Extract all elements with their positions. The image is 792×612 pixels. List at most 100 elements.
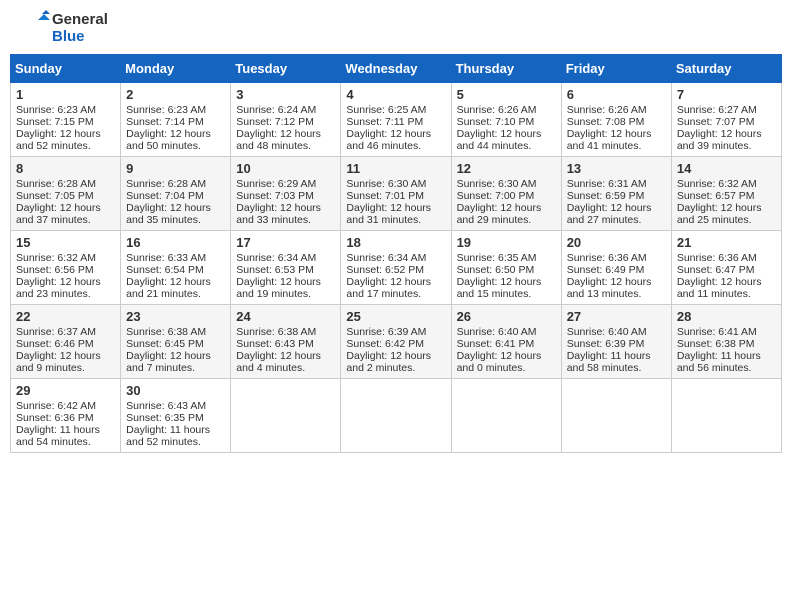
daylight: Daylight: 12 hours and 13 minutes. <box>567 276 666 300</box>
sunset: Sunset: 7:10 PM <box>457 116 556 128</box>
weekday-header-wednesday: Wednesday <box>341 55 451 83</box>
calendar-cell: 21Sunrise: 6:36 AMSunset: 6:47 PMDayligh… <box>671 231 781 305</box>
daylight: Daylight: 12 hours and 7 minutes. <box>126 350 225 374</box>
daylight: Daylight: 11 hours and 58 minutes. <box>567 350 666 374</box>
daylight: Daylight: 12 hours and 35 minutes. <box>126 202 225 226</box>
daylight: Daylight: 12 hours and 50 minutes. <box>126 128 225 152</box>
calendar-cell: 8Sunrise: 6:28 AMSunset: 7:05 PMDaylight… <box>11 157 121 231</box>
sunset: Sunset: 6:53 PM <box>236 264 335 276</box>
logo-blue: Blue <box>52 28 108 45</box>
daylight: Daylight: 12 hours and 48 minutes. <box>236 128 335 152</box>
day-number: 22 <box>16 309 115 324</box>
sunrise: Sunrise: 6:41 AM <box>677 326 776 338</box>
sunset: Sunset: 7:03 PM <box>236 190 335 202</box>
day-number: 18 <box>346 235 445 250</box>
daylight: Daylight: 12 hours and 9 minutes. <box>16 350 115 374</box>
sunset: Sunset: 7:12 PM <box>236 116 335 128</box>
day-number: 8 <box>16 161 115 176</box>
day-number: 15 <box>16 235 115 250</box>
calendar-cell <box>451 379 561 453</box>
daylight: Daylight: 11 hours and 54 minutes. <box>16 424 115 448</box>
weekday-header-saturday: Saturday <box>671 55 781 83</box>
sunrise: Sunrise: 6:38 AM <box>236 326 335 338</box>
sunrise: Sunrise: 6:28 AM <box>126 178 225 190</box>
sunset: Sunset: 6:35 PM <box>126 412 225 424</box>
sunset: Sunset: 6:45 PM <box>126 338 225 350</box>
sunset: Sunset: 7:05 PM <box>16 190 115 202</box>
calendar-cell: 10Sunrise: 6:29 AMSunset: 7:03 PMDayligh… <box>231 157 341 231</box>
calendar-cell: 5Sunrise: 6:26 AMSunset: 7:10 PMDaylight… <box>451 83 561 157</box>
daylight: Daylight: 12 hours and 17 minutes. <box>346 276 445 300</box>
sunset: Sunset: 6:43 PM <box>236 338 335 350</box>
day-number: 1 <box>16 87 115 102</box>
calendar-cell: 18 Sunrise: 6:34 AMSunset: 6:52 PMDayligh… <box>341 231 451 305</box>
calendar-cell: 26Sunrise: 6:40 AMSunset: 6:41 PMDayligh… <box>451 305 561 379</box>
sunset: Sunset: 7:00 PM <box>457 190 556 202</box>
day-number: 10 <box>236 161 335 176</box>
daylight: Daylight: 11 hours and 52 minutes. <box>126 424 225 448</box>
sunset: Sunset: 6:46 PM <box>16 338 115 350</box>
sunrise: Sunrise: 6:30 AM <box>346 178 445 190</box>
weekday-header-tuesday: Tuesday <box>231 55 341 83</box>
calendar-cell: 16Sunrise: 6:33 AMSunset: 6:54 PMDayligh… <box>121 231 231 305</box>
daylight: Daylight: 12 hours and 21 minutes. <box>126 276 225 300</box>
calendar-cell: 7Sunrise: 6:27 AMSunset: 7:07 PMDaylight… <box>671 83 781 157</box>
sunrise: Sunrise: 6:27 AM <box>677 104 776 116</box>
calendar-cell: 14Sunrise: 6:32 AMSunset: 6:57 PMDayligh… <box>671 157 781 231</box>
daylight: Daylight: 12 hours and 27 minutes. <box>567 202 666 226</box>
sunset: Sunset: 7:08 PM <box>567 116 666 128</box>
sunset: Sunset: 7:15 PM <box>16 116 115 128</box>
sunrise: Sunrise: 6:26 AM <box>567 104 666 116</box>
sunset: Sunset: 6:59 PM <box>567 190 666 202</box>
sunset: Sunset: 6:47 PM <box>677 264 776 276</box>
calendar-cell: 9Sunrise: 6:28 AMSunset: 7:04 PMDaylight… <box>121 157 231 231</box>
daylight: Daylight: 12 hours and 19 minutes. <box>236 276 335 300</box>
calendar-cell: 2Sunrise: 6:23 AMSunset: 7:14 PMDaylight… <box>121 83 231 157</box>
sunset: Sunset: 6:38 PM <box>677 338 776 350</box>
sunrise: Sunrise: 6:34 AM <box>346 252 445 264</box>
sunrise: Sunrise: 6:31 AM <box>567 178 666 190</box>
sunset: Sunset: 7:07 PM <box>677 116 776 128</box>
logo-graphic <box>14 10 50 46</box>
sunset: Sunset: 6:52 PM <box>346 264 445 276</box>
daylight: Daylight: 12 hours and 2 minutes. <box>346 350 445 374</box>
sunrise: Sunrise: 6:23 AM <box>126 104 225 116</box>
day-number: 12 <box>457 161 556 176</box>
calendar-cell: 28Sunrise: 6:41 AMSunset: 6:38 PMDayligh… <box>671 305 781 379</box>
sunrise: Sunrise: 6:24 AM <box>236 104 335 116</box>
calendar-cell: 23Sunrise: 6:38 AMSunset: 6:45 PMDayligh… <box>121 305 231 379</box>
sunset: Sunset: 6:41 PM <box>457 338 556 350</box>
daylight: Daylight: 12 hours and 39 minutes. <box>677 128 776 152</box>
daylight: Daylight: 12 hours and 44 minutes. <box>457 128 556 152</box>
calendar-cell <box>671 379 781 453</box>
logo-container: General Blue <box>14 10 108 46</box>
sunrise: Sunrise: 6:23 AM <box>16 104 115 116</box>
sunrise: Sunrise: 6:40 AM <box>567 326 666 338</box>
day-number: 11 <box>346 161 445 176</box>
calendar-cell: 1Sunrise: 6:23 AMSunset: 7:15 PMDaylight… <box>11 83 121 157</box>
daylight: Daylight: 12 hours and 11 minutes. <box>677 276 776 300</box>
sunrise: Sunrise: 6:37 AM <box>16 326 115 338</box>
sunset: Sunset: 6:57 PM <box>677 190 776 202</box>
day-number: 19 <box>457 235 556 250</box>
calendar-cell <box>561 379 671 453</box>
sunset: Sunset: 7:11 PM <box>346 116 445 128</box>
sunrise: Sunrise: 6:30 AM <box>457 178 556 190</box>
calendar-cell: 19Sunrise: 6:35 AMSunset: 6:50 PMDayligh… <box>451 231 561 305</box>
daylight: Daylight: 12 hours and 23 minutes. <box>16 276 115 300</box>
sunrise: Sunrise: 6:25 AM <box>346 104 445 116</box>
logo: General Blue <box>14 10 108 46</box>
weekday-header-monday: Monday <box>121 55 231 83</box>
weekday-header-friday: Friday <box>561 55 671 83</box>
daylight: Daylight: 12 hours and 29 minutes. <box>457 202 556 226</box>
day-number: 25 <box>346 309 445 324</box>
daylight: Daylight: 12 hours and 31 minutes. <box>346 202 445 226</box>
sunset: Sunset: 6:54 PM <box>126 264 225 276</box>
day-number: 26 <box>457 309 556 324</box>
day-number: 2 <box>126 87 225 102</box>
sunrise: Sunrise: 6:28 AM <box>16 178 115 190</box>
calendar-cell: 20Sunrise: 6:36 AMSunset: 6:49 PMDayligh… <box>561 231 671 305</box>
sunset: Sunset: 6:42 PM <box>346 338 445 350</box>
calendar-cell: 27Sunrise: 6:40 AMSunset: 6:39 PMDayligh… <box>561 305 671 379</box>
sunset: Sunset: 6:49 PM <box>567 264 666 276</box>
